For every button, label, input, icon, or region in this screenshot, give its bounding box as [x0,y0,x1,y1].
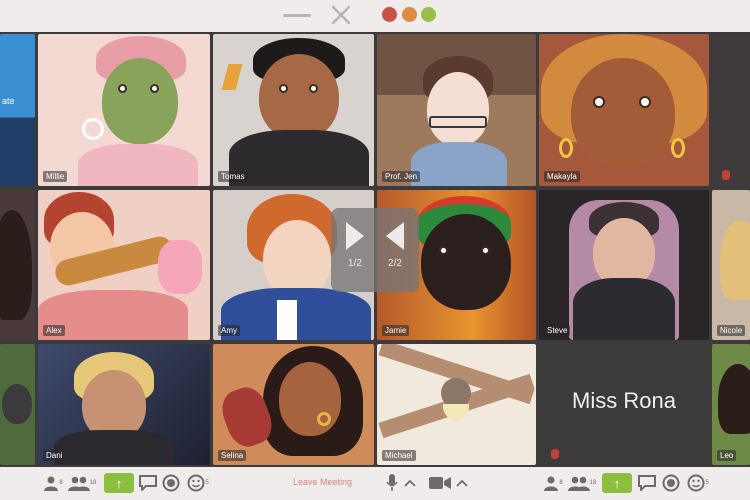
minimize-icon[interactable] [283,14,311,17]
participant-name: Jamie [382,325,410,336]
group-button[interactable]: 18 [66,473,98,493]
partial-tile-text: ate [2,96,15,106]
person-icon [44,476,59,491]
chat-icon [139,475,157,491]
camera-button[interactable] [428,473,452,493]
participant-name: Nicole [717,325,746,336]
previous-page-label: 1/2 [348,258,362,269]
participant-name: Michael [382,450,416,461]
meeting-toolbar: 8 18 ↑ 5 Leave Meeting 8 18 ↑ 5 [0,467,750,500]
participant-name: Dani [43,450,66,461]
next-page-label: 2/2 [388,258,402,269]
record-button[interactable] [161,473,181,493]
participants-count: 8 [559,480,563,486]
emoji-icon [687,474,705,492]
camera-options-button[interactable] [455,473,469,493]
reactions-count: 5 [705,480,709,486]
group-count: 18 [589,480,597,486]
participant-name: Alex [43,325,65,336]
window-maximize-button[interactable] [421,7,436,22]
camera-icon [429,477,451,489]
record-button[interactable] [661,473,681,493]
share-icon: ↑ [613,475,621,491]
participants-button[interactable]: 8 [42,473,64,493]
reactions-button[interactable]: 5 [186,473,210,493]
share-screen-button[interactable]: ↑ [602,473,632,493]
participant-name: Leo [717,450,737,461]
window-titlebar [0,0,750,32]
chat-icon [638,475,656,491]
group-count: 18 [89,480,97,486]
mic-muted-icon [551,449,559,459]
participant-name: Amy [218,325,240,336]
video-tile-partial[interactable] [712,34,750,186]
page-switcher: 1/2 2/2 [331,208,419,292]
video-tile-partial[interactable]: Nicole [712,190,750,340]
participant-name: Selina [218,450,247,461]
group-icon [567,476,590,491]
mic-muted-icon [722,170,730,180]
video-tile[interactable]: Alex [38,190,210,340]
share-icon: ↑ [115,475,123,491]
window-minimize-button[interactable] [402,7,417,22]
microphone-options-button[interactable] [403,473,417,493]
window-close-button[interactable] [382,7,397,22]
reactions-button[interactable]: 5 [686,473,710,493]
video-tile[interactable]: Millie [38,34,210,186]
video-tile[interactable]: Michael [377,344,536,465]
record-icon [662,474,680,492]
share-screen-button[interactable]: ↑ [104,473,134,493]
next-page-icon [386,222,404,250]
video-tile[interactable]: Selina [213,344,374,465]
close-icon[interactable] [330,4,352,26]
group-button[interactable]: 18 [566,473,598,493]
video-tile-no-camera[interactable]: Miss Rona [539,344,709,465]
video-tile[interactable]: Dani [38,344,210,465]
participant-name: Makayla [544,171,580,182]
microphone-button[interactable] [384,473,400,493]
group-icon [67,476,90,491]
reactions-count: 5 [205,480,209,486]
video-tile-partial[interactable] [0,344,35,465]
participant-name: Steve [544,325,571,336]
video-tile[interactable]: Steve [539,190,709,340]
participant-name: Tomas [218,171,248,182]
next-page-button[interactable]: 2/2 [375,222,415,282]
chat-button[interactable] [138,473,158,493]
video-tile-partial[interactable]: Leo [712,344,750,465]
participants-button[interactable]: 8 [542,473,564,493]
participants-count: 8 [59,480,63,486]
video-tile[interactable]: Prof. Jen [377,34,536,186]
video-tile[interactable]: Tomas [213,34,374,186]
participant-name: Prof. Jen [382,171,421,182]
video-tile-partial[interactable]: ate [0,34,35,186]
emoji-icon [187,474,205,492]
chevron-up-icon [456,479,468,487]
microphone-icon [386,474,398,491]
video-tile[interactable]: Makayla [539,34,709,186]
participant-name: Millie [43,171,68,182]
record-icon [162,474,180,492]
chevron-up-icon [404,479,416,487]
video-tile-partial[interactable] [0,190,35,340]
participant-display-name: Miss Rona [572,388,676,413]
person-icon [544,476,559,491]
chat-button[interactable] [637,473,657,493]
previous-page-icon [346,222,364,250]
previous-page-button[interactable]: 1/2 [335,222,375,282]
leave-meeting-button[interactable]: Leave Meeting [293,477,352,487]
